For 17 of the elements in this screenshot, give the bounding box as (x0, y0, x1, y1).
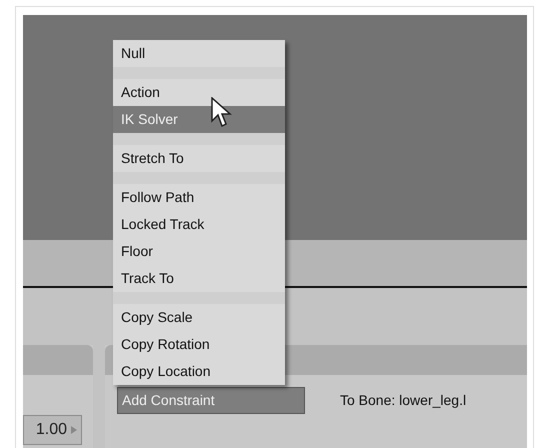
target-bone-label: To Bone: lower_leg.l (340, 391, 466, 410)
menu-item[interactable]: Copy Rotation (113, 331, 285, 358)
menu-item[interactable]: Floor (113, 238, 285, 265)
menu-item[interactable]: Copy Scale (113, 304, 285, 331)
mouse-pointer-icon (211, 97, 233, 129)
add-constraint-button[interactable]: Add Constraint (117, 387, 305, 414)
menu-item[interactable]: Copy Location (113, 358, 285, 385)
menu-item[interactable]: IK Solver (113, 106, 285, 133)
menu-item[interactable]: Track To (113, 265, 285, 292)
menu-item[interactable]: Action (113, 79, 285, 106)
menu-item[interactable]: Stretch To (113, 145, 285, 172)
menu-item[interactable]: Null (113, 40, 285, 67)
increment-arrow-icon[interactable] (71, 426, 77, 434)
panel-header (23, 345, 93, 375)
menu-item[interactable]: Locked Track (113, 211, 285, 238)
number-field[interactable]: 1.00 (23, 415, 82, 445)
menu-item[interactable]: Follow Path (113, 184, 285, 211)
